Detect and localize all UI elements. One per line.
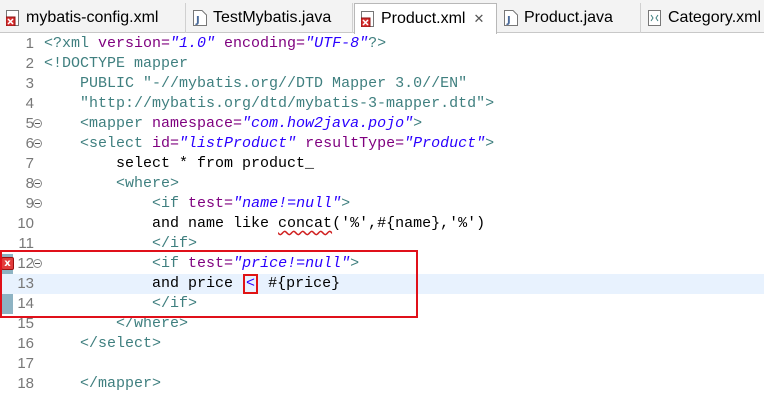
code-text: select * from product_ <box>44 155 315 172</box>
line-number: 6 <box>25 135 34 152</box>
line-number: 18 <box>17 375 34 392</box>
code-line: 8 <where> <box>0 174 764 194</box>
line-number: 8 <box>25 175 34 192</box>
java-file-icon: J <box>193 10 207 26</box>
xml-file-error-icon <box>6 10 20 26</box>
code-text: and name like concat('%',#{name},'%') <box>44 215 486 232</box>
fold-toggle-icon[interactable] <box>33 179 42 188</box>
svg-text:J: J <box>195 15 200 26</box>
code-line: 1 <?xml version="1.0" encoding="UTF-8"?> <box>0 34 764 54</box>
java-file-icon: J <box>504 10 518 26</box>
tab-label: TestMybatis.java <box>213 9 332 26</box>
code-line: 3 PUBLIC "-//mybatis.org//DTD Mapper 3.0… <box>0 74 764 94</box>
line-number: 1 <box>25 35 34 52</box>
code-text: <mapper namespace="com.how2java.pojo"> <box>80 115 423 132</box>
code-text: </mapper> <box>80 375 162 392</box>
code-text: <select id="listProduct" resultType="Pro… <box>80 135 495 152</box>
line-number: 2 <box>25 55 34 72</box>
code-line: 16 </select> <box>0 334 764 354</box>
svg-text:J: J <box>506 15 511 26</box>
code-text: <where> <box>116 175 180 192</box>
code-line: 18 </mapper> <box>0 374 764 394</box>
line-number: 3 <box>25 75 34 92</box>
line-number: 7 <box>25 155 34 172</box>
tab-label: Product.xml <box>381 10 466 27</box>
code-text: "http://mybatis.org/dtd/mybatis-3-mapper… <box>44 95 495 112</box>
code-line: 2 <!DOCTYPE mapper <box>0 54 764 74</box>
fold-toggle-icon[interactable] <box>33 139 42 148</box>
error-highlight-box <box>0 250 418 318</box>
fold-toggle-icon[interactable] <box>33 119 42 128</box>
line-number: 5 <box>25 115 34 132</box>
tab-label: Product.java <box>524 9 613 26</box>
line-number: 4 <box>25 95 34 112</box>
line-number: 10 <box>17 215 34 232</box>
tab-testmybatis-java[interactable]: J TestMybatis.java <box>187 3 353 33</box>
code-text: PUBLIC "-//mybatis.org//DTD Mapper 3.0//… <box>44 75 468 92</box>
fold-toggle-icon[interactable] <box>33 199 42 208</box>
close-icon[interactable]: ✕ <box>473 12 484 27</box>
line-number: 17 <box>17 355 34 372</box>
code-line: 10 and name like concat('%',#{name},'%') <box>0 214 764 234</box>
xml-file-error-icon <box>361 11 375 27</box>
code-text: <!DOCTYPE mapper <box>44 55 189 72</box>
code-line: 9 <if test="name!=null"> <box>0 194 764 214</box>
tab-label: mybatis-config.xml <box>26 9 159 26</box>
code-line: 5 <mapper namespace="com.how2java.pojo"> <box>0 114 764 134</box>
spelling-warning: concat <box>278 215 333 232</box>
tab-category-xml[interactable]: Category.xml <box>642 3 764 33</box>
xml-file-icon <box>648 10 662 26</box>
tab-label: Category.xml <box>668 9 762 26</box>
code-text: </select> <box>80 335 162 352</box>
code-text: <?xml version="1.0" encoding="UTF-8"?> <box>44 35 387 52</box>
code-line: 4 "http://mybatis.org/dtd/mybatis-3-mapp… <box>0 94 764 114</box>
line-number: 9 <box>25 195 34 212</box>
line-number: 16 <box>17 335 34 352</box>
tab-product-java[interactable]: J Product.java <box>498 3 641 33</box>
code-editor[interactable]: 1 <?xml version="1.0" encoding="UTF-8"?>… <box>0 34 764 401</box>
code-text: <if test="name!=null"> <box>152 195 351 212</box>
tab-mybatis-config-xml[interactable]: mybatis-config.xml <box>0 3 186 33</box>
code-line: 17 <box>0 354 764 374</box>
code-line: 7 select * from product_ <box>0 154 764 174</box>
tab-product-xml[interactable]: Product.xml ✕ <box>354 3 497 34</box>
code-line: 6 <select id="listProduct" resultType="P… <box>0 134 764 154</box>
editor-tab-bar: mybatis-config.xml J TestMybatis.java Pr… <box>0 0 764 34</box>
